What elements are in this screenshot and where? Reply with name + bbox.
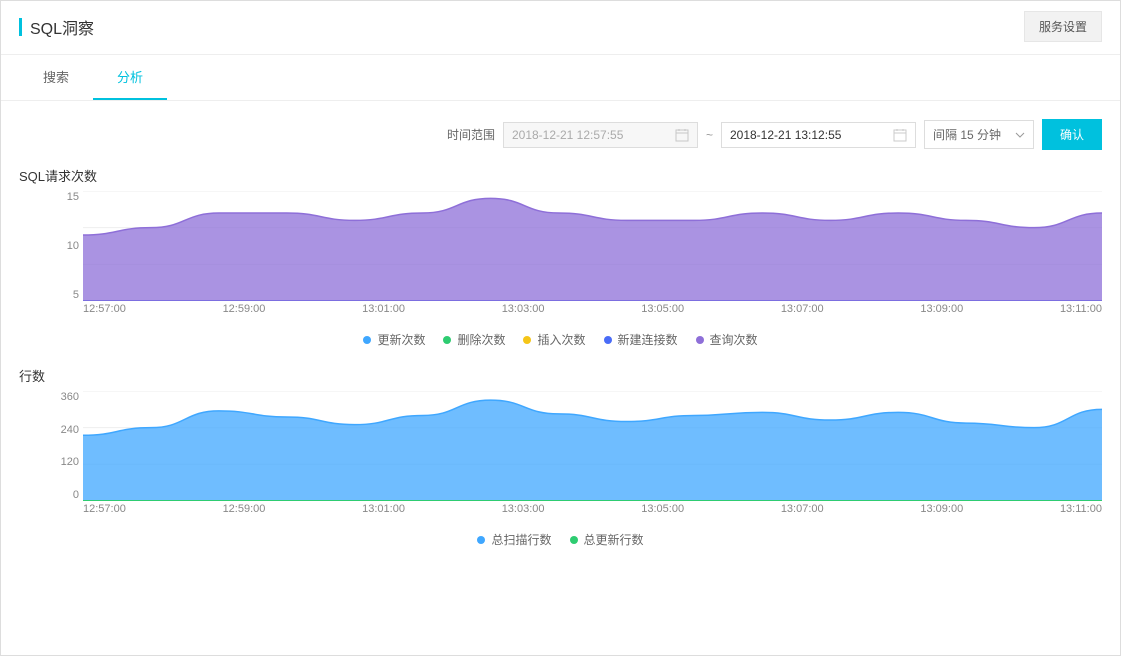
x-tick: 13:03:00 bbox=[502, 303, 545, 321]
service-settings-button[interactable]: 服务设置 bbox=[1024, 11, 1102, 42]
legend-item[interactable]: 新建连接数 bbox=[604, 331, 678, 348]
tabs: 搜索 分析 bbox=[1, 55, 1120, 101]
confirm-button[interactable]: 确认 bbox=[1042, 119, 1102, 150]
y-tick: 0 bbox=[19, 489, 79, 501]
legend-item[interactable]: 删除次数 bbox=[443, 331, 505, 348]
chart2-plot bbox=[83, 391, 1102, 501]
legend-dot-icon bbox=[696, 336, 704, 344]
x-tick: 12:59:00 bbox=[223, 503, 266, 521]
x-tick: 13:09:00 bbox=[920, 503, 963, 521]
legend-dot-icon bbox=[604, 336, 612, 344]
legend-label: 查询次数 bbox=[710, 331, 758, 348]
legend-label: 总更新行数 bbox=[584, 531, 644, 548]
legend-item[interactable]: 查询次数 bbox=[696, 331, 758, 348]
start-time-value: 2018-12-21 12:57:55 bbox=[512, 128, 623, 142]
interval-value: 间隔 15 分钟 bbox=[933, 126, 1001, 143]
chart1-x-ticks: 12:57:00 12:59:00 13:01:00 13:03:00 13:05:00… bbox=[83, 303, 1102, 321]
x-tick: 13:11:00 bbox=[1060, 303, 1102, 321]
y-tick: 5 bbox=[19, 289, 79, 301]
x-tick: 13:05:00 bbox=[641, 503, 684, 521]
y-tick: 120 bbox=[19, 456, 79, 468]
interval-select[interactable]: 间隔 15 分钟 bbox=[924, 120, 1034, 149]
end-time-input[interactable]: 2018-12-21 13:12:55 bbox=[721, 122, 916, 148]
x-tick: 13:05:00 bbox=[641, 303, 684, 321]
x-tick: 12:57:00 bbox=[83, 503, 126, 521]
x-tick: 12:59:00 bbox=[223, 303, 266, 321]
end-time-value: 2018-12-21 13:12:55 bbox=[730, 128, 841, 142]
x-tick: 13:09:00 bbox=[920, 303, 963, 321]
controls-row: 时间范围 2018-12-21 12:57:55 ~ 2018-12-21 13… bbox=[1, 101, 1120, 158]
legend-item[interactable]: 总扫描行数 bbox=[477, 531, 551, 548]
chart2-y-ticks: 360 240 120 0 bbox=[19, 391, 79, 501]
legend-dot-icon bbox=[363, 336, 371, 344]
legend-label: 新建连接数 bbox=[618, 331, 678, 348]
legend-item[interactable]: 更新次数 bbox=[363, 331, 425, 348]
x-tick: 13:01:00 bbox=[362, 303, 405, 321]
range-separator: ~ bbox=[706, 128, 713, 142]
y-tick: 15 bbox=[19, 191, 79, 203]
title-accent bbox=[19, 18, 22, 36]
legend-item[interactable]: 插入次数 bbox=[523, 331, 585, 348]
chart2-legend: 总扫描行数 总更新行数 bbox=[19, 521, 1102, 554]
legend-label: 插入次数 bbox=[537, 331, 585, 348]
x-tick: 12:57:00 bbox=[83, 303, 126, 321]
chart1-title: SQL请求次数 bbox=[19, 166, 1102, 185]
y-tick: 10 bbox=[19, 240, 79, 252]
legend-dot-icon bbox=[523, 336, 531, 344]
legend-label: 删除次数 bbox=[457, 331, 505, 348]
chart1-plot bbox=[83, 191, 1102, 301]
tab-analyze[interactable]: 分析 bbox=[93, 55, 167, 100]
legend-dot-icon bbox=[570, 536, 578, 544]
tab-search[interactable]: 搜索 bbox=[19, 55, 93, 100]
chart1-y-ticks: 15 10 5 bbox=[19, 191, 79, 301]
legend-label: 更新次数 bbox=[377, 331, 425, 348]
legend-label: 总扫描行数 bbox=[491, 531, 551, 548]
x-tick: 13:01:00 bbox=[362, 503, 405, 521]
x-tick: 13:03:00 bbox=[502, 503, 545, 521]
chart1-legend: 更新次数 删除次数 插入次数 新建连接数 查询次数 bbox=[19, 321, 1102, 354]
legend-dot-icon bbox=[443, 336, 451, 344]
chart-sql-requests: SQL请求次数 15 10 5 12:57:00 12:59:00 13:01:00 13… bbox=[1, 158, 1120, 358]
x-tick: 13:11:00 bbox=[1060, 503, 1102, 521]
calendar-icon bbox=[675, 128, 689, 142]
time-range-label: 时间范围 bbox=[447, 126, 495, 143]
y-tick: 360 bbox=[19, 391, 79, 403]
legend-item[interactable]: 总更新行数 bbox=[570, 531, 644, 548]
chart-rows: 行数 360 240 120 0 12:57:00 12:59:00 13:01:00 13… bbox=[1, 358, 1120, 558]
chart2-x-ticks: 12:57:00 12:59:00 13:01:00 13:03:00 13:05:00… bbox=[83, 503, 1102, 521]
header: SQL洞察 服务设置 bbox=[1, 1, 1120, 55]
start-time-input[interactable]: 2018-12-21 12:57:55 bbox=[503, 122, 698, 148]
chevron-down-icon bbox=[1015, 130, 1025, 140]
x-tick: 13:07:00 bbox=[781, 503, 824, 521]
page-title: SQL洞察 bbox=[30, 15, 94, 39]
calendar-icon bbox=[893, 128, 907, 142]
y-tick: 240 bbox=[19, 424, 79, 436]
x-tick: 13:07:00 bbox=[781, 303, 824, 321]
legend-dot-icon bbox=[477, 536, 485, 544]
chart2-title: 行数 bbox=[19, 366, 1102, 385]
